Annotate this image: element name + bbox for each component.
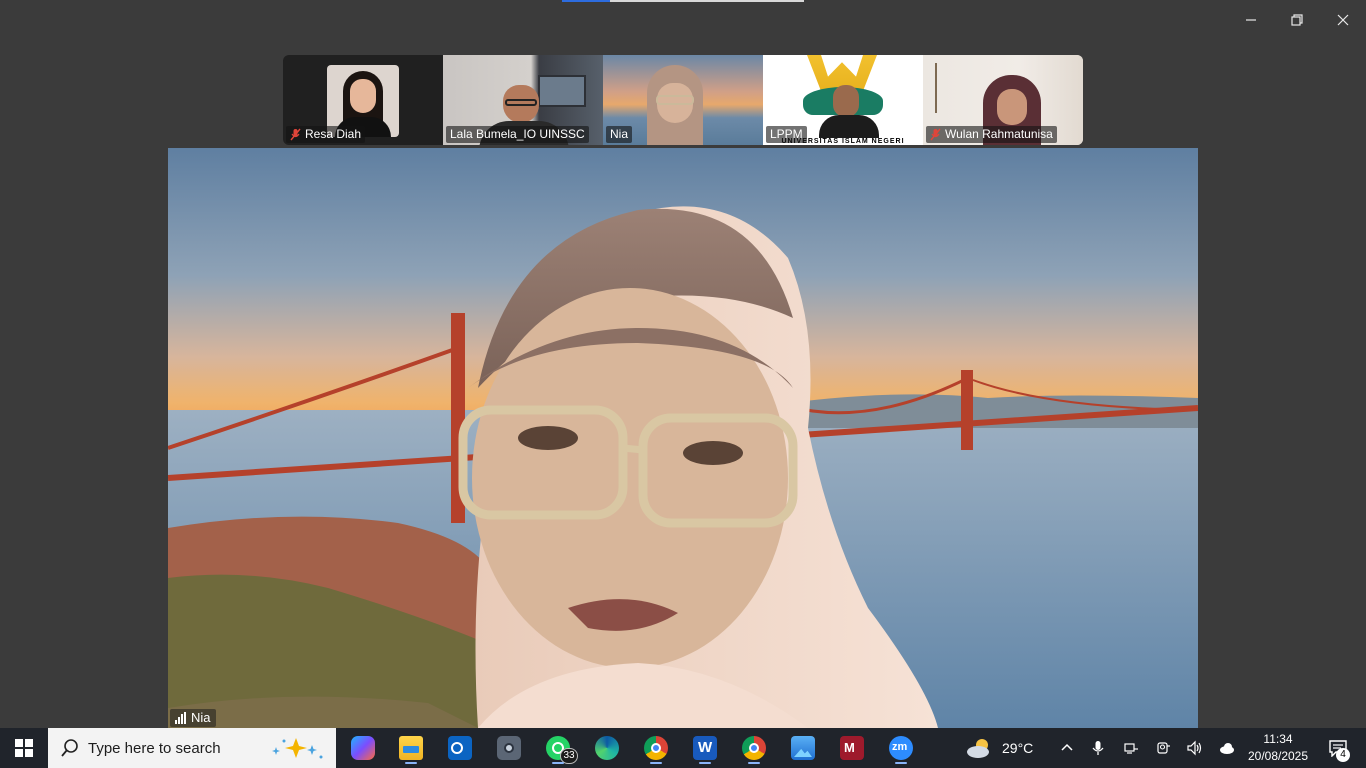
chrome-icon: [742, 736, 766, 760]
search-icon: [61, 739, 78, 757]
zoom-icon-text: zm: [892, 741, 908, 753]
microphone-icon: [1092, 741, 1104, 755]
connection-signal-icon: [175, 712, 186, 724]
copilot-button[interactable]: [343, 732, 383, 764]
word-icon: W: [693, 736, 717, 760]
speaker-name-label: Nia: [170, 709, 216, 727]
participant-tile-lppm[interactable]: UNIVERSITAS ISLAM NEGERI LPPM: [763, 55, 923, 145]
zoom-meeting-window: Resa Diah Lala Bumela_IO UINSSC Nia UNIV…: [0, 0, 1366, 768]
participant-name: Wulan Rahmatunisa: [945, 127, 1053, 141]
onedrive-tray-button[interactable]: [1212, 728, 1242, 768]
volume-icon: [1187, 740, 1202, 756]
zoom-button[interactable]: zm: [881, 732, 921, 764]
participant-name: Nia: [610, 127, 629, 141]
participant-label: Wulan Rahmatunisa: [926, 126, 1057, 143]
participant-label: Nia: [606, 126, 633, 143]
windows-logo-icon: [15, 739, 33, 757]
photos-button[interactable]: [783, 732, 823, 764]
restore-icon: [1291, 14, 1303, 26]
notification-center-button[interactable]: 4: [1318, 728, 1358, 768]
participant-label: Resa Diah: [286, 126, 366, 143]
search-placeholder: Type here to search: [88, 739, 221, 757]
taskbar-clock[interactable]: 11:34 20/08/2025: [1240, 728, 1316, 768]
whatsapp-button[interactable]: 33: [538, 732, 578, 764]
zoom-icon: zm: [889, 736, 913, 760]
network-tray-button[interactable]: [1116, 728, 1146, 768]
camera-icon: [497, 736, 521, 760]
network-icon: [1124, 743, 1138, 754]
chrome-icon: [644, 736, 668, 760]
participant-tile-lala-bumela[interactable]: Lala Bumela_IO UINSSC: [443, 55, 603, 145]
restore-button[interactable]: [1274, 4, 1320, 36]
copilot-icon: [351, 736, 375, 760]
clock-date: 20/08/2025: [1247, 749, 1309, 763]
close-icon: [1337, 14, 1349, 26]
share-indicator: [562, 0, 804, 2]
weather-widget[interactable]: 29°C: [966, 728, 1033, 768]
chrome-button[interactable]: [636, 732, 676, 764]
camera-button[interactable]: [489, 732, 529, 764]
chrome-profile-button[interactable]: [734, 732, 774, 764]
volume-tray-button[interactable]: [1179, 728, 1209, 768]
windows-taskbar: Type here to search 33 W M zm 29°C 11:34…: [0, 728, 1366, 768]
camera-privacy-icon: [1157, 742, 1170, 754]
speaker-video-frame: [168, 148, 1198, 728]
show-hidden-icons-button[interactable]: [1052, 728, 1082, 768]
participant-name: Resa Diah: [305, 127, 362, 141]
folder-icon: [399, 736, 423, 760]
chevron-up-icon: [1061, 743, 1073, 751]
title-bar: [0, 0, 1366, 40]
clock-time: 11:34: [1263, 732, 1293, 746]
file-explorer-button[interactable]: [391, 732, 431, 764]
active-speaker-video[interactable]: Nia: [168, 148, 1198, 728]
participant-tile-nia[interactable]: Nia: [603, 55, 763, 145]
close-button[interactable]: [1320, 4, 1366, 36]
minimize-icon: [1246, 19, 1256, 21]
photos-icon: [791, 736, 815, 760]
outlook-button[interactable]: [440, 732, 480, 764]
onedrive-icon: [1220, 743, 1234, 754]
participant-strip: Resa Diah Lala Bumela_IO UINSSC Nia UNIV…: [283, 55, 1083, 145]
taskbar-search-box[interactable]: Type here to search: [48, 728, 336, 768]
speaker-name: Nia: [191, 710, 211, 725]
edge-button[interactable]: [587, 732, 627, 764]
mendeley-icon: M: [840, 736, 864, 760]
partly-cloudy-icon: [967, 739, 989, 758]
participant-name: Lala Bumela_IO UINSSC: [450, 127, 585, 141]
minimize-button[interactable]: [1228, 4, 1274, 36]
participant-label: LPPM: [766, 126, 807, 143]
participant-label: Lala Bumela_IO UINSSC: [446, 126, 589, 143]
search-highlight-icon: [272, 738, 323, 759]
start-button[interactable]: [0, 728, 48, 768]
word-button[interactable]: W: [685, 732, 725, 764]
mic-muted-icon: [930, 128, 941, 141]
microphone-tray-button[interactable]: [1083, 728, 1113, 768]
mic-muted-icon: [290, 128, 301, 141]
edge-icon: [595, 736, 619, 760]
participant-tile-wulan-rahmatunisa[interactable]: Wulan Rahmatunisa: [923, 55, 1083, 145]
camera-privacy-tray-button[interactable]: [1148, 728, 1178, 768]
outlook-icon: [448, 736, 472, 760]
participant-name: LPPM: [770, 127, 803, 141]
mendeley-button[interactable]: M: [832, 732, 872, 764]
participant-tile-resa-diah[interactable]: Resa Diah: [283, 55, 443, 145]
notification-count-badge: 4: [1336, 748, 1350, 762]
weather-temperature: 29°C: [1002, 740, 1034, 756]
